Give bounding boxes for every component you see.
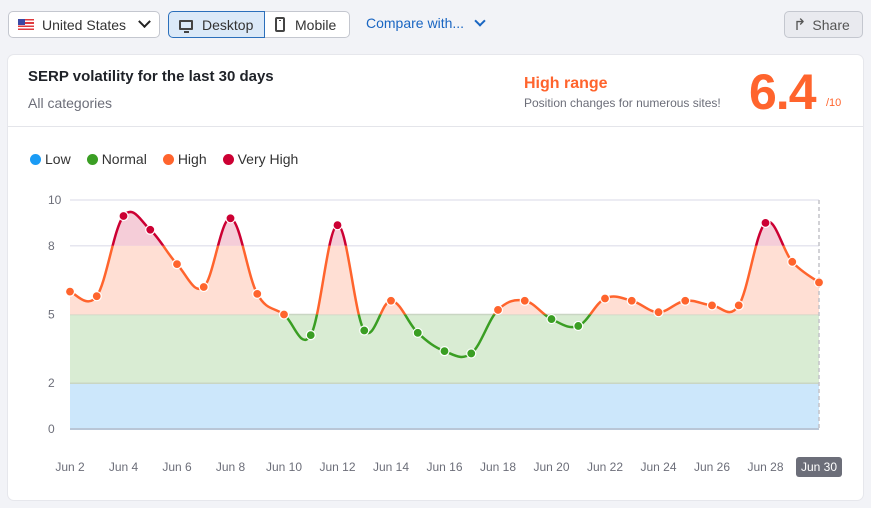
y-tick-label: 8 — [48, 239, 55, 253]
chevron-down-icon — [474, 15, 486, 27]
band-low — [70, 383, 819, 429]
x-tick-label: Jun 18 — [480, 460, 516, 474]
x-tick-label: Jun 24 — [640, 460, 676, 474]
data-point — [466, 348, 477, 359]
volatility-chart: 0 2 5 8 10 Jun 2 Jun 4 Jun 6 Jun 8 Jun 10 Jun 12 Ju… — [48, 193, 842, 477]
data-point — [492, 304, 504, 316]
share-arrow-icon: ↱ — [793, 16, 807, 34]
x-tick-label: Jun 28 — [747, 460, 783, 474]
compare-dropdown[interactable]: Compare with... — [366, 15, 486, 31]
y-tick-label: 0 — [48, 422, 55, 436]
x-tick-label: Jun 14 — [373, 460, 409, 474]
data-point — [64, 286, 76, 297]
x-tick-label: Jun 10 — [266, 460, 302, 474]
tab-mobile[interactable]: Mobile — [265, 11, 350, 38]
compare-label: Compare with... — [366, 15, 465, 31]
data-point — [252, 288, 263, 299]
data-point — [573, 320, 584, 332]
data-point — [145, 224, 156, 235]
data-point — [198, 281, 209, 293]
data-point — [171, 259, 183, 270]
tab-desktop[interactable]: Desktop — [168, 11, 265, 38]
tab-mobile-label: Mobile — [295, 16, 337, 33]
data-point — [653, 307, 664, 318]
data-point — [680, 295, 691, 306]
share-label: Share — [812, 16, 850, 33]
data-point — [385, 295, 397, 306]
x-tick-label: Jun 26 — [694, 460, 730, 474]
data-point — [412, 327, 423, 338]
share-button[interactable]: ↱ Share — [784, 11, 863, 38]
device-toggle: Desktop Mobile — [168, 11, 350, 38]
us-flag-icon — [18, 19, 34, 30]
tab-desktop-label: Desktop — [202, 16, 254, 33]
data-point — [305, 330, 316, 341]
y-tick-label: 2 — [48, 376, 55, 390]
data-point — [359, 325, 370, 336]
x-tick-label: Jun 16 — [426, 460, 462, 474]
data-point — [91, 291, 102, 302]
data-point — [706, 300, 718, 311]
data-point — [118, 210, 129, 222]
data-point — [626, 295, 637, 306]
data-point — [278, 309, 290, 320]
x-tick-label: Jun 8 — [216, 460, 246, 474]
x-tick-label: Jun 22 — [587, 460, 623, 474]
x-tick-label: Jun 30 — [801, 460, 837, 474]
volatility-card: SERP volatility for the last 30 days All… — [8, 55, 863, 500]
data-point — [760, 217, 771, 228]
data-point — [546, 313, 557, 325]
x-tick-label: Jun 12 — [319, 460, 355, 474]
y-tick-label: 5 — [48, 308, 55, 322]
desktop-icon — [179, 19, 193, 33]
country-label: United States — [42, 16, 127, 33]
data-point — [519, 295, 530, 306]
chevron-down-icon — [138, 15, 151, 29]
toolbar: United States Desktop Mobile Compare wit… — [0, 0, 871, 50]
data-point — [813, 277, 825, 288]
x-tick-label: Jun 2 — [55, 460, 85, 474]
data-point — [599, 293, 611, 304]
data-point — [332, 220, 343, 231]
mobile-icon — [275, 17, 285, 32]
data-point — [733, 300, 744, 311]
data-point — [225, 213, 236, 224]
country-select[interactable]: United States — [8, 11, 160, 38]
y-tick-label: 10 — [48, 193, 62, 207]
data-point — [787, 256, 798, 267]
x-tick-label: Jun 4 — [109, 460, 139, 474]
x-tick-label: Jun 6 — [162, 460, 192, 474]
x-tick-label: Jun 20 — [533, 460, 569, 474]
data-point — [439, 346, 450, 357]
